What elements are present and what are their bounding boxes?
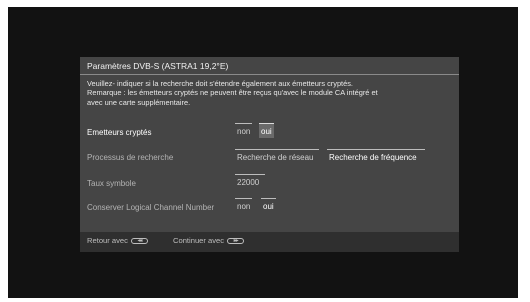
dialog-title: Paramètres DVB-S (ASTRA1 19,2°E) (87, 61, 229, 71)
description-line: Veuillez- indiquer si la recherche doit … (87, 79, 353, 88)
symbol-rate-label: Taux symbole (87, 179, 136, 188)
encrypted-channels-option-oui[interactable]: oui (259, 123, 274, 138)
encrypted-channels-option-non[interactable]: non (235, 123, 253, 138)
keep-lcn-label: Conserver Logical Channel Number (87, 203, 215, 212)
keep-lcn-option-non[interactable]: non (235, 198, 253, 213)
dvbs-settings-dialog: Paramètres DVB-S (ASTRA1 19,2°E) Veuille… (80, 57, 459, 252)
description-line: Remarque : les émetteurs cryptés ne peuv… (87, 88, 378, 98)
back-hint-label: Retour avec (87, 236, 128, 245)
encrypted-channels-label: Emetteurs cryptés (87, 128, 152, 137)
fast-forward-button-icon: ▸▸ (227, 237, 245, 244)
continue-hint-label: Continuer avec (173, 236, 225, 245)
continue-hint: Continuer avec ▸▸ (173, 236, 245, 245)
search-process-label: Processus de recherche (87, 153, 174, 162)
symbol-rate-field[interactable]: 22000 (235, 174, 265, 189)
back-hint: Retour avec ◂◂ (87, 236, 148, 245)
description-line: avec une carte supplémentaire. (87, 97, 191, 107)
dialog-footer: Retour avec ◂◂ Continuer avec ▸▸ (80, 232, 459, 252)
dialog-description: Veuillez- indiquer si la recherche doit … (87, 79, 452, 107)
search-process-option-frequency[interactable]: Recherche de fréquence (327, 149, 425, 164)
search-process-option-network[interactable]: Recherche de réseau (235, 149, 319, 164)
title-divider (80, 74, 459, 75)
keep-lcn-option-oui[interactable]: oui (261, 198, 276, 213)
rewind-button-icon: ◂◂ (130, 237, 148, 244)
